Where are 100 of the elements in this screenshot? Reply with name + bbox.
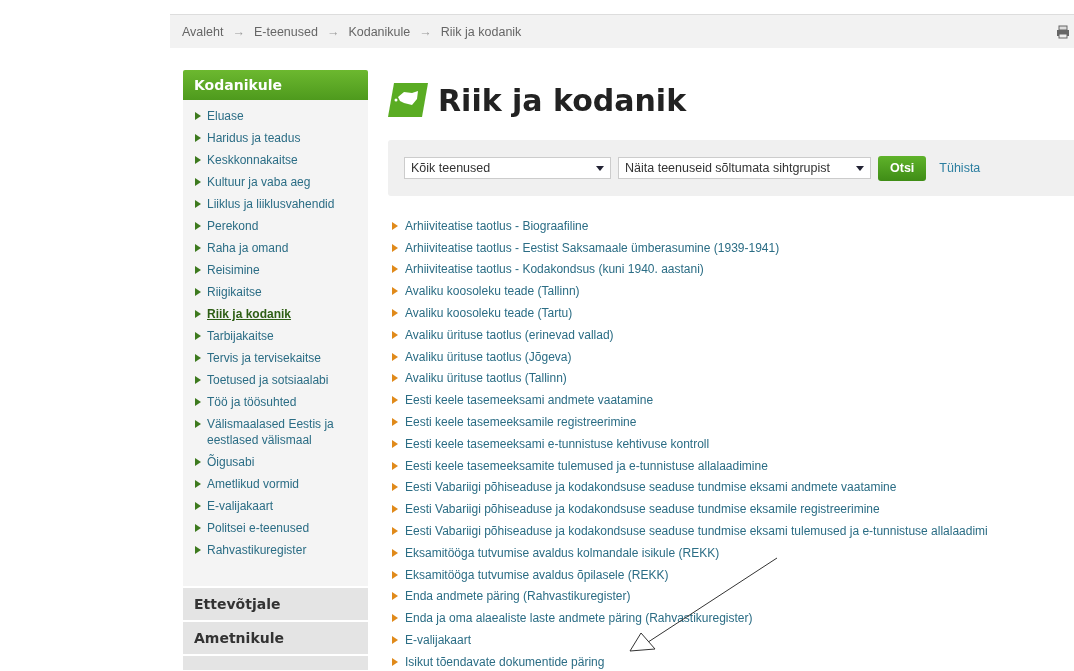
service-link[interactable]: Eksamitööga tutvumise avaldus kolmandale isikule (REKK) bbox=[405, 545, 720, 560]
sidebar-link[interactable]: Haridus ja teadus bbox=[207, 130, 301, 146]
sidebar-link[interactable]: Eluase bbox=[207, 108, 244, 124]
search-button[interactable]: Otsi bbox=[878, 155, 927, 181]
service-link[interactable]: Eesti keele tasemeeksami e-tunnistuse kehtivuse kontroll bbox=[405, 436, 710, 451]
sidebar-link[interactable]: Õigusabi bbox=[207, 454, 255, 470]
bullet-icon bbox=[392, 657, 398, 666]
bullet-icon bbox=[392, 374, 398, 383]
service-link[interactable]: Eesti Vabariigi põhiseaduse ja kodakondsuse seaduse tundmise eksami andmete vaatamine bbox=[405, 480, 897, 495]
breadcrumb-link[interactable]: E-teenused bbox=[253, 24, 318, 39]
caret-icon bbox=[596, 165, 604, 171]
bullet-icon bbox=[195, 354, 201, 362]
bullet-icon bbox=[392, 483, 398, 492]
bullet-icon bbox=[392, 439, 398, 448]
printer-icon[interactable] bbox=[1056, 24, 1070, 39]
bullet-icon bbox=[392, 243, 398, 252]
sidebar-link[interactable]: Rahvastikuregister bbox=[207, 542, 307, 558]
target-group-select[interactable]: Näita teenuseid sõltumata sihtgrupist bbox=[618, 157, 871, 179]
service-link[interactable]: Avaliku koosoleku teade (Tartu) bbox=[405, 306, 573, 321]
sidebar-link[interactable]: Kultuur ja vaba aeg bbox=[207, 174, 311, 190]
bullet-icon bbox=[392, 309, 398, 318]
breadcrumb-separator: → bbox=[232, 24, 245, 39]
breadcrumb-link[interactable]: Avaleht bbox=[182, 24, 224, 39]
bullet-icon bbox=[195, 288, 201, 296]
sidebar-link[interactable]: Töö ja töösuhted bbox=[207, 394, 297, 410]
service-link[interactable]: Eesti keele tasemeeksami andmete vaatamine bbox=[405, 393, 654, 408]
sidebar-link[interactable]: Reisimine bbox=[207, 262, 260, 278]
bullet-icon bbox=[195, 156, 201, 164]
bullet-icon bbox=[392, 221, 398, 230]
service-link[interactable]: Avaliku ürituse taotlus (erinevad vallad) bbox=[405, 327, 614, 342]
breadcrumb-separator: → bbox=[419, 24, 432, 39]
reset-link[interactable]: Tühista bbox=[939, 161, 981, 175]
bullet-icon bbox=[195, 134, 201, 142]
breadcrumb-separator: → bbox=[326, 24, 340, 39]
bullet-icon bbox=[392, 614, 398, 623]
bullet-icon bbox=[392, 461, 398, 470]
sidebar-link[interactable]: Välismaalased Eestis ja eestlased välismaal bbox=[207, 416, 360, 448]
service-link[interactable]: Avaliku ürituse taotlus (Tallinn) bbox=[405, 371, 567, 386]
bullet-icon bbox=[195, 376, 201, 384]
sidebar-link[interactable]: Ametlikud vormid bbox=[207, 476, 300, 492]
sidebar-link[interactable]: Riigikaitse bbox=[207, 284, 262, 300]
bullet-icon bbox=[195, 178, 201, 186]
bullet-icon bbox=[195, 310, 201, 318]
bullet-icon bbox=[195, 458, 201, 466]
caret-icon bbox=[856, 165, 864, 171]
bullet-icon bbox=[195, 420, 201, 428]
map-icon bbox=[388, 83, 428, 117]
bullet-icon bbox=[392, 287, 398, 296]
service-link[interactable]: Isikut tõendavate dokumentide päring bbox=[405, 654, 605, 669]
service-link[interactable]: Arhiiviteatise taotlus - Biograafiline bbox=[405, 218, 589, 233]
bullet-icon bbox=[195, 524, 201, 532]
sidebar-link[interactable]: Toetused ja sotsiaalabi bbox=[207, 372, 329, 388]
service-link[interactable]: Arhiiviteatise taotlus - Eestist Saksamaale ümberasumine (1939-1941) bbox=[405, 240, 780, 255]
service-link[interactable]: Eesti Vabariigi põhiseaduse ja kodakondsuse seaduse tundmise eksamile registreerimine bbox=[405, 502, 880, 517]
bullet-icon bbox=[195, 546, 201, 554]
bullet-icon bbox=[195, 200, 201, 208]
bullet-icon bbox=[195, 480, 201, 488]
sidebar-section[interactable]: Ametnikule bbox=[183, 622, 368, 654]
service-link[interactable]: Avaliku ürituse taotlus (Jõgeva) bbox=[405, 349, 572, 364]
service-select[interactable]: Kõik teenused bbox=[404, 157, 611, 179]
bullet-icon bbox=[392, 418, 398, 427]
bullet-icon bbox=[195, 398, 201, 406]
sidebar-section[interactable]: Ettevõtjale bbox=[183, 588, 368, 620]
service-link[interactable]: Avaliku koosoleku teade (Tallinn) bbox=[405, 284, 580, 299]
sidebar-link[interactable]: Keskkonnakaitse bbox=[207, 152, 298, 168]
service-link[interactable]: Eesti keele tasemeeksamile registreerimine bbox=[405, 415, 637, 430]
sidebar-link[interactable]: E-valijakaart bbox=[207, 498, 274, 514]
bullet-icon bbox=[392, 570, 398, 579]
service-link[interactable]: Enda andmete päring (Rahvastikuregister) bbox=[405, 589, 631, 604]
bullet-icon bbox=[392, 330, 398, 339]
bullet-icon bbox=[195, 112, 201, 120]
sidebar-link[interactable]: Perekond bbox=[207, 218, 259, 234]
bullet-icon bbox=[392, 592, 398, 601]
bullet-icon bbox=[195, 222, 201, 230]
service-link[interactable]: Arhiiviteatise taotlus - Kodakondsus (kuni 1940. aastani) bbox=[405, 262, 704, 277]
service-link[interactable]: Eesti Vabariigi põhiseaduse ja kodakondsuse seaduse tundmise eksami tulemused ja e-tunnistuse allalaadimi bbox=[405, 524, 988, 539]
sidebar-header: Kodanikule bbox=[183, 70, 368, 100]
service-link[interactable]: Eesti keele tasemeeksamite tulemused ja e-tunnistuse allalaadimine bbox=[405, 458, 768, 473]
bullet-icon bbox=[195, 244, 201, 252]
service-link[interactable]: Eksamitööga tutvumise avaldus õpilasele (REKK) bbox=[405, 567, 669, 582]
page-title: Riik ja kodanik bbox=[438, 82, 687, 118]
bullet-icon bbox=[392, 505, 398, 514]
sidebar-link[interactable]: Raha ja omand bbox=[207, 240, 289, 256]
bullet-icon bbox=[392, 396, 398, 405]
bullet-icon bbox=[392, 527, 398, 536]
sidebar-link[interactable]: Riik ja kodanik bbox=[207, 306, 292, 322]
bullet-icon bbox=[392, 548, 398, 557]
sidebar-link[interactable]: Tervis ja tervisekaitse bbox=[207, 350, 322, 366]
sidebar-link[interactable]: Tarbijakaitse bbox=[207, 328, 274, 344]
bullet-icon bbox=[195, 266, 201, 274]
bullet-icon bbox=[392, 352, 398, 361]
bullet-icon bbox=[195, 332, 201, 340]
bullet-icon bbox=[392, 636, 398, 645]
breadcrumb-link[interactable]: Riik ja kodanik bbox=[440, 24, 522, 39]
sidebar-link[interactable]: Liiklus ja liiklusvahendid bbox=[207, 196, 335, 212]
bullet-icon bbox=[195, 502, 201, 510]
bullet-icon bbox=[392, 265, 398, 274]
sidebar-link[interactable]: Politsei e-teenused bbox=[207, 520, 310, 536]
service-link[interactable]: E-valijakaart bbox=[405, 633, 472, 648]
breadcrumb-link[interactable]: Kodanikule bbox=[348, 24, 411, 39]
